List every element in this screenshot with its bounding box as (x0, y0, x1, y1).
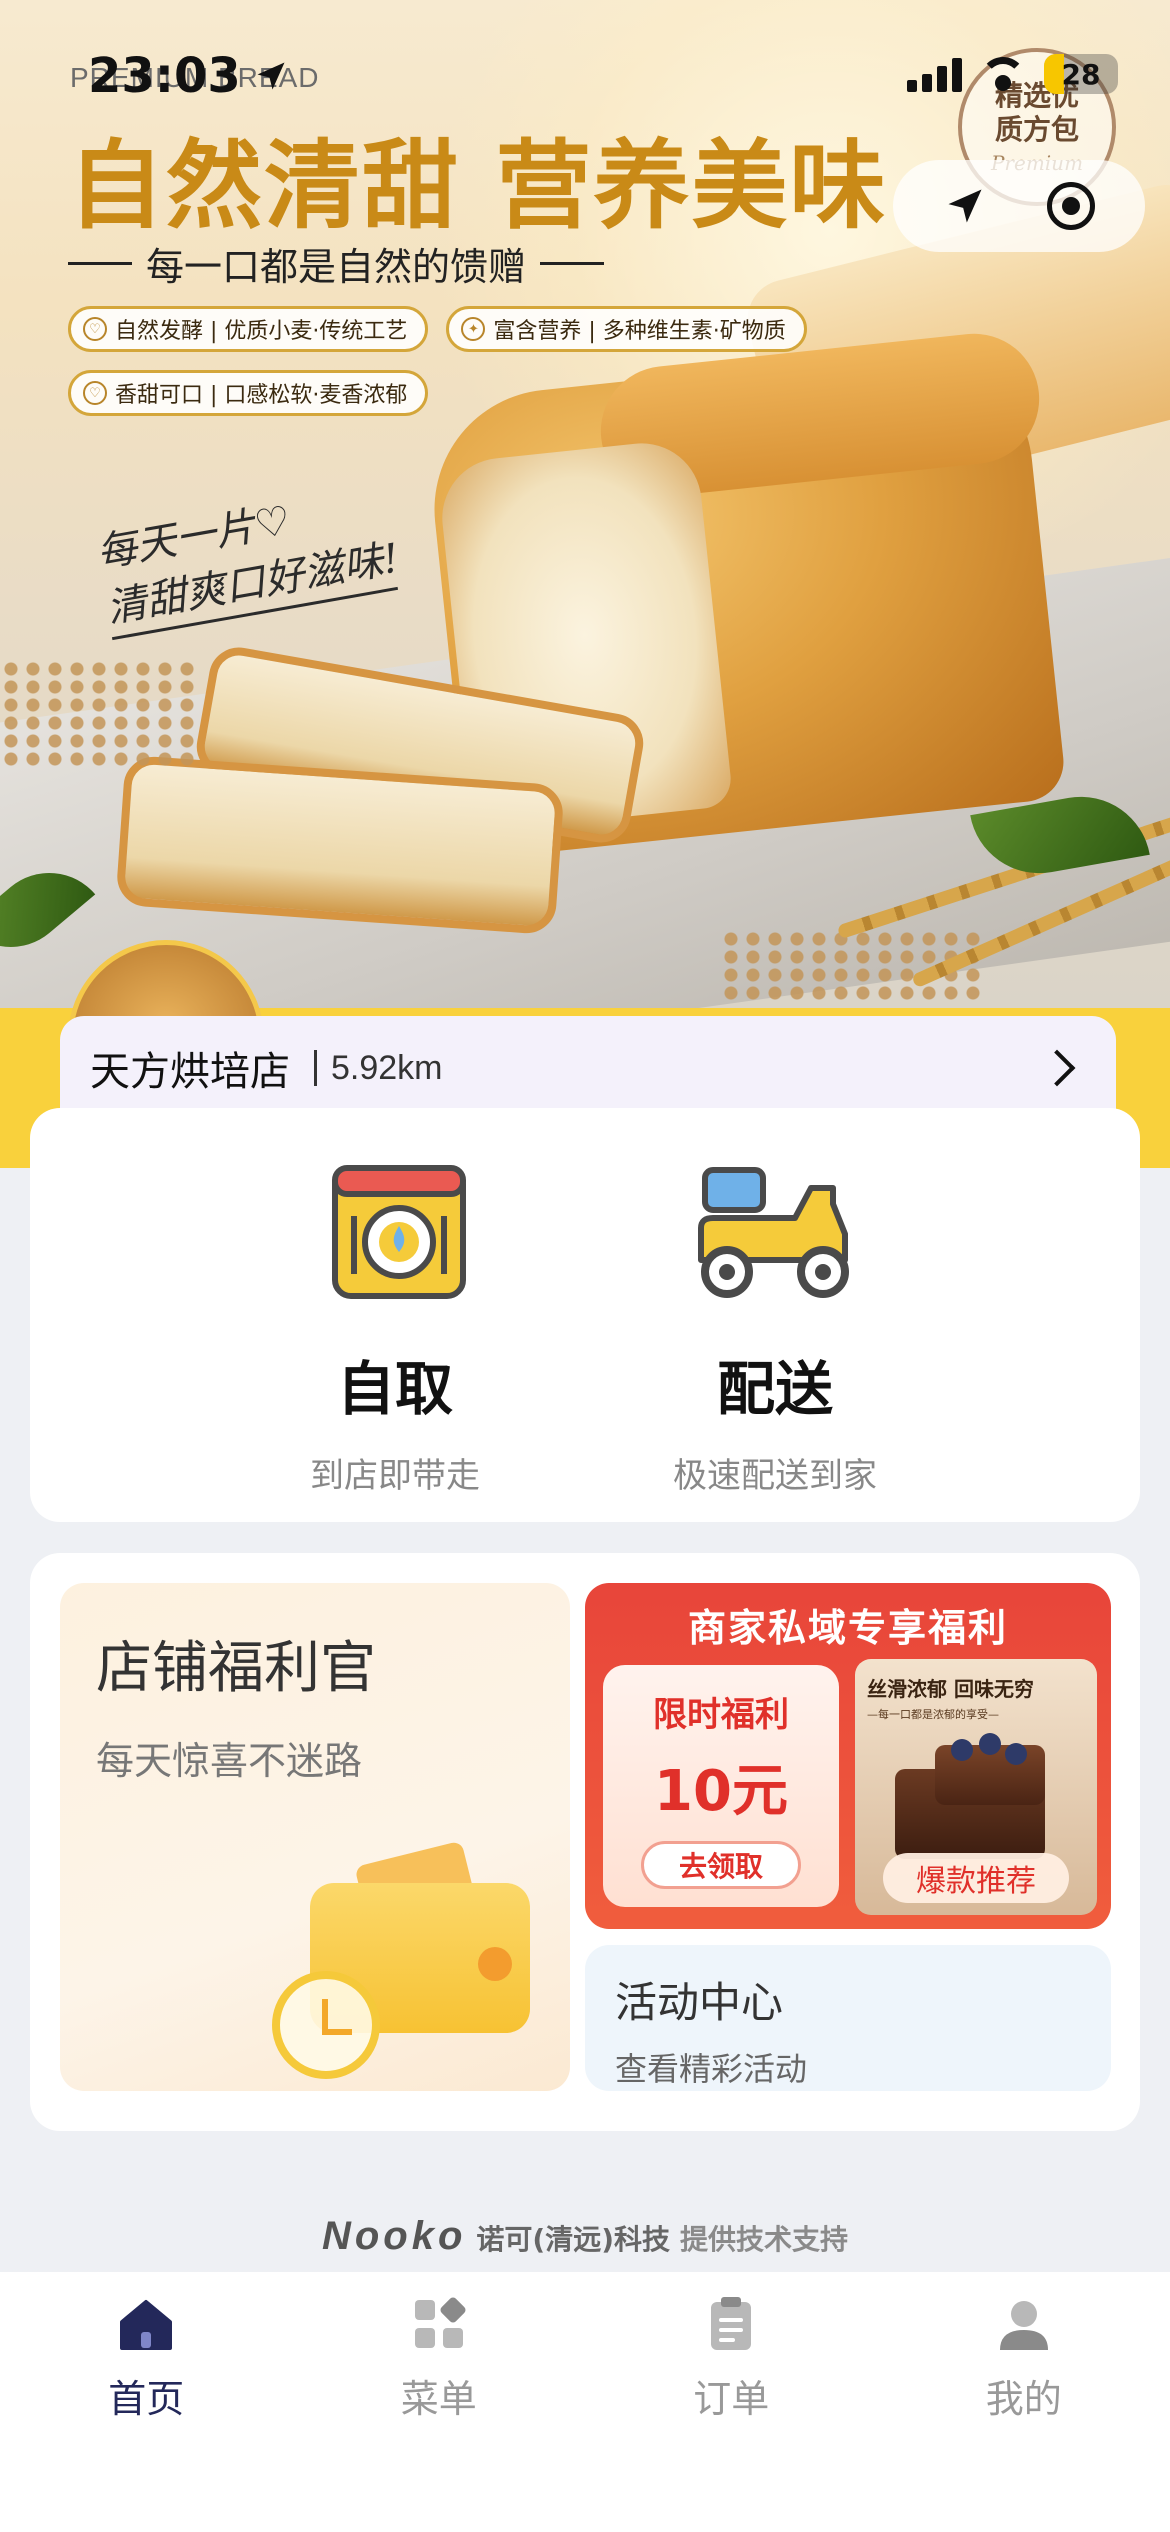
welfare-subtitle: 每天惊喜不迷路 (96, 1739, 363, 1783)
nooko-logo: Nooko (321, 2214, 467, 2258)
activity-subtitle: 查看精彩活动 (615, 2050, 808, 2088)
hero-banner[interactable]: PREMIUM BREAD 自然清甜 营养美味 每一口都是自然的馈赠 ♡ 自然发酵… (0, 0, 1170, 1010)
divider (314, 1050, 317, 1086)
coupon-amount: 10元 (654, 1759, 788, 1824)
wifi-icon (980, 57, 1026, 91)
bread-slice (115, 754, 565, 936)
order-clipboard-icon (711, 2297, 752, 2350)
tech-support-footer: Nooko 诺可(清远)科技 提供技术支持 (0, 2214, 1170, 2259)
order-mode-card: 自取 到店即带走 配送 极速配送到家 (30, 1108, 1140, 1522)
dining-plate-icon (332, 1165, 466, 1299)
tab-orders[interactable]: 订单 (585, 2272, 878, 2532)
poster-title: 丝滑浓郁 回味无穷 (867, 1677, 1034, 1701)
home-icon (120, 2300, 173, 2350)
battery-level: 28 (1061, 57, 1101, 91)
miniprogram-capsule[interactable] (893, 160, 1145, 252)
close-target-icon[interactable] (1047, 182, 1095, 230)
product-poster[interactable]: 丝滑浓郁 回味无穷 —每一口都是浓郁的享受— 爆款推荐 (855, 1659, 1097, 1915)
store-selector[interactable]: 天方烘培店 5.92km (60, 1016, 1116, 1120)
tab-profile-label: 我的 (985, 2377, 1062, 2421)
support-text: 提供技术支持 (680, 2223, 849, 2256)
delivery-title: 配送 (716, 1355, 833, 1423)
tab-home-label: 首页 (108, 2377, 185, 2421)
tab-menu-label: 菜单 (400, 2377, 477, 2421)
activity-center-entry[interactable]: 活动中心 查看精彩活动 (585, 1945, 1111, 2091)
heart-icon: ♡ (83, 317, 107, 341)
pickup-option[interactable]: 自取 到店即带走 (280, 1164, 510, 1522)
banner-headline: 自然清甜 营养美味 (68, 130, 888, 242)
poster-subtitle: —每一口都是浓郁的享受— (867, 1708, 999, 1721)
heart-icon: ♡ (83, 381, 107, 405)
banner-tag: ♡ 香甜可口 | 口感松软·麦香浓郁 (68, 370, 429, 416)
pickup-title: 自取 (336, 1355, 453, 1423)
navigation-arrow-icon[interactable] (943, 184, 987, 228)
blueberry (1005, 1743, 1027, 1765)
claim-coupon-button[interactable]: 去领取 (641, 1841, 801, 1889)
tab-profile[interactable]: 我的 (878, 2272, 1170, 2532)
banner-subline: 每一口都是自然的馈赠 (68, 236, 605, 291)
menu-grid-icon (414, 2297, 466, 2348)
profile-icon (999, 2301, 1048, 2350)
coupon[interactable]: 限时福利 10元 去领取 (603, 1665, 839, 1907)
wheat-grains (0, 660, 200, 770)
tab-home[interactable]: 首页 (0, 2272, 293, 2532)
bottom-tab-bar: 首页 菜单 订单 我的 (0, 2272, 1170, 2532)
delivery-option[interactable]: 配送 极速配送到家 (660, 1164, 890, 1522)
banner-tag: ✦ 富含营养 | 多种维生素·矿物质 (446, 306, 807, 352)
merchant-title: 商家私域专享福利 (687, 1606, 1008, 1650)
delivery-subtitle: 极速配送到家 (673, 1456, 877, 1496)
status-time: 23:03 (88, 48, 289, 104)
activity-title: 活动中心 (615, 1978, 784, 2027)
pickup-subtitle: 到店即带走 (310, 1456, 480, 1496)
company-name: 诺可(清远)科技 (476, 2223, 671, 2256)
battery-icon: 28 (1044, 54, 1118, 94)
chevron-right-icon (1038, 1049, 1076, 1087)
clock-icon (272, 1971, 380, 2079)
tab-orders-label: 订单 (693, 2377, 770, 2421)
store-welfare-entry[interactable]: 店铺福利官 每天惊喜不迷路 (60, 1583, 570, 2091)
location-arrow-icon (257, 62, 285, 90)
wallet-clasp (478, 1947, 512, 1981)
wheat-icon: ✦ (461, 317, 486, 341)
blueberry (979, 1733, 1001, 1755)
hot-pick-badge: 爆款推荐 (883, 1853, 1069, 1903)
banner-tag-text: 香甜可口 | 口感松软·麦香浓郁 (115, 383, 408, 408)
banner-tag-text: 富含营养 | 多种维生素·矿物质 (493, 319, 786, 344)
coupon-label: 限时福利 (653, 1695, 789, 1735)
clock-text: 23:03 (88, 48, 241, 104)
banner-tags: ♡ 自然发酵 | 优质小麦·传统工艺 ✦ 富含营养 | 多种维生素·矿物质 ♡ 香甜可… (68, 306, 808, 416)
store-distance: 5.92km (331, 1048, 443, 1087)
status-indicators: 28 (907, 54, 1118, 94)
divider (68, 262, 132, 265)
banner-subline-text: 每一口都是自然的馈赠 (146, 245, 527, 289)
tab-menu[interactable]: 菜单 (293, 2272, 586, 2532)
blueberry (951, 1739, 973, 1761)
banner-tag-text: 自然发酵 | 优质小麦·传统工艺 (115, 319, 408, 344)
divider (540, 262, 605, 265)
merchant-benefits-banner[interactable]: 商家私域专享福利 限时福利 10元 去领取 丝滑浓郁 回味无穷 —每一口都是浓郁… (585, 1583, 1111, 1929)
store-name: 天方烘培店 (90, 1049, 290, 1095)
cellular-signal-icon (907, 56, 962, 92)
banner-tag: ♡ 自然发酵 | 优质小麦·传统工艺 (68, 306, 429, 352)
promo-card: 店铺福利官 每天惊喜不迷路 商家私域专享福利 限时福利 10元 去领取 丝滑浓郁… (30, 1553, 1140, 2131)
welfare-title: 店铺福利官 (96, 1636, 376, 1701)
delivery-scooter-icon (698, 1167, 849, 1298)
